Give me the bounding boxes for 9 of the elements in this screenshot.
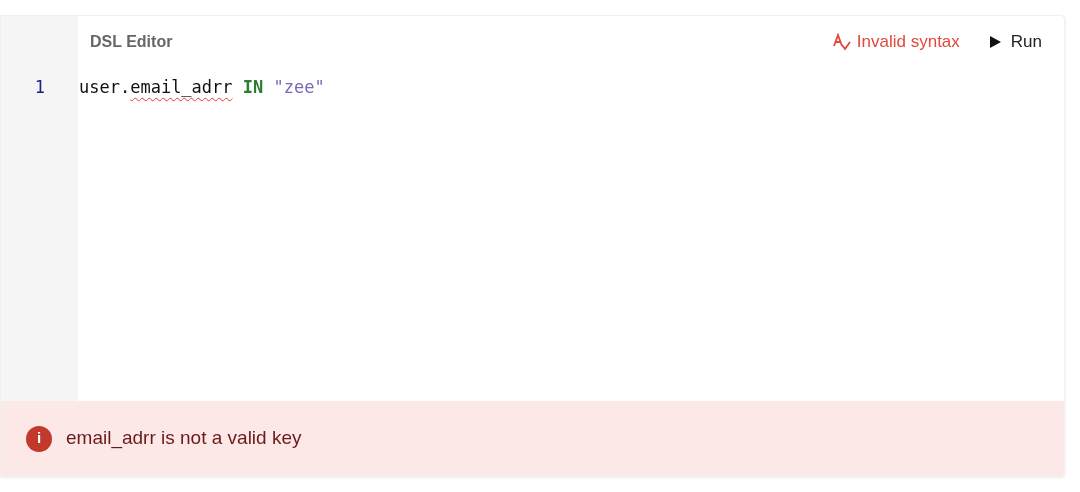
play-icon bbox=[989, 36, 1001, 48]
error-message: email_adrr is not a valid key bbox=[66, 426, 302, 451]
code-line: user.email_adrr IN "zee" bbox=[79, 76, 325, 98]
syntax-status: Invalid syntax bbox=[856, 31, 960, 54]
run-button[interactable]: Run bbox=[989, 29, 1042, 55]
spellcheck-icon bbox=[832, 33, 851, 51]
editor-title: DSL Editor bbox=[90, 32, 173, 52]
line-number: 1 bbox=[33, 76, 46, 98]
info-icon: i bbox=[26, 425, 52, 452]
